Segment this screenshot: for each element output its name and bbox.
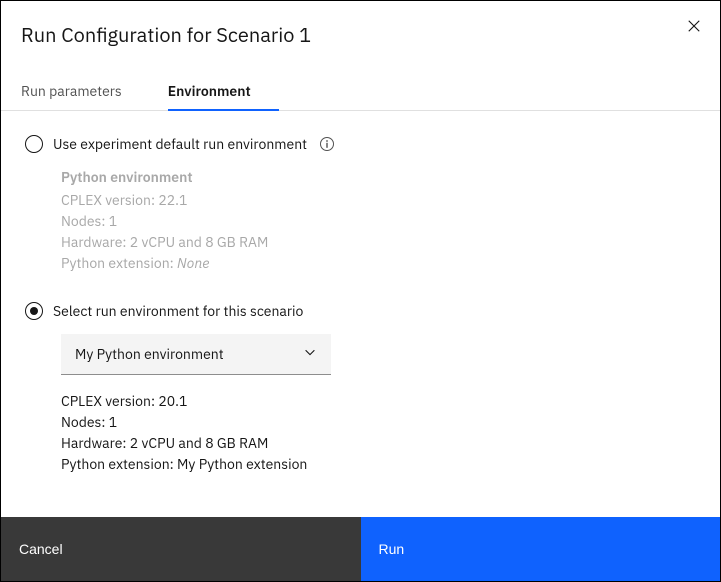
select-ext-value: My Python extension — [177, 455, 307, 473]
run-button[interactable]: Run — [361, 517, 721, 581]
info-icon[interactable] — [319, 136, 335, 152]
select-nodes-value: 1 — [109, 413, 117, 431]
cancel-button[interactable]: Cancel — [1, 517, 361, 581]
dialog-footer: Cancel Run — [1, 517, 720, 581]
default-ext-value: None — [177, 254, 209, 272]
option-default-label: Use experiment default run environment — [53, 135, 307, 153]
tab-environment[interactable]: Environment — [168, 72, 267, 110]
dropdown-value: My Python environment — [75, 345, 224, 363]
default-ext-label: Python extension: — [61, 254, 177, 272]
dialog-title: Run Configuration for Scenario 1 — [21, 21, 700, 48]
select-nodes-label: Nodes: — [61, 413, 109, 431]
chevron-down-icon — [303, 345, 317, 363]
default-nodes-label: Nodes: — [61, 212, 109, 230]
default-cplex-value: 22.1 — [158, 191, 187, 209]
select-ext-label: Python extension: — [61, 455, 177, 473]
option-default-environment: Use experiment default run environment P… — [25, 135, 696, 274]
default-env-subtitle: Python environment — [61, 167, 696, 188]
tab-run-parameters[interactable]: Run parameters — [21, 72, 138, 110]
close-icon — [687, 19, 701, 36]
select-cplex-value: 20.1 — [158, 392, 187, 410]
select-cplex-label: CPLEX version: — [61, 392, 158, 410]
default-env-details: Python environment CPLEX version: 22.1 N… — [61, 167, 696, 274]
environment-dropdown[interactable]: My Python environment — [61, 334, 331, 375]
close-button[interactable] — [682, 15, 706, 39]
option-select-label: Select run environment for this scenario — [53, 302, 303, 320]
default-cplex-label: CPLEX version: — [61, 191, 158, 209]
tab-bar: Run parameters Environment — [1, 72, 720, 111]
selected-env-details: CPLEX version: 20.1 Nodes: 1 Hardware: 2… — [61, 391, 696, 475]
dialog-content: Use experiment default run environment P… — [1, 111, 720, 517]
default-hardware-value: 2 vCPU and 8 GB RAM — [130, 233, 269, 251]
select-hardware-value: 2 vCPU and 8 GB RAM — [130, 434, 269, 452]
radio-select-environment[interactable] — [25, 302, 43, 320]
default-hardware-label: Hardware: — [61, 233, 130, 251]
default-nodes-value: 1 — [109, 212, 117, 230]
select-hardware-label: Hardware: — [61, 434, 130, 452]
radio-default-environment[interactable] — [25, 135, 43, 153]
option-select-environment: Select run environment for this scenario… — [25, 302, 696, 475]
